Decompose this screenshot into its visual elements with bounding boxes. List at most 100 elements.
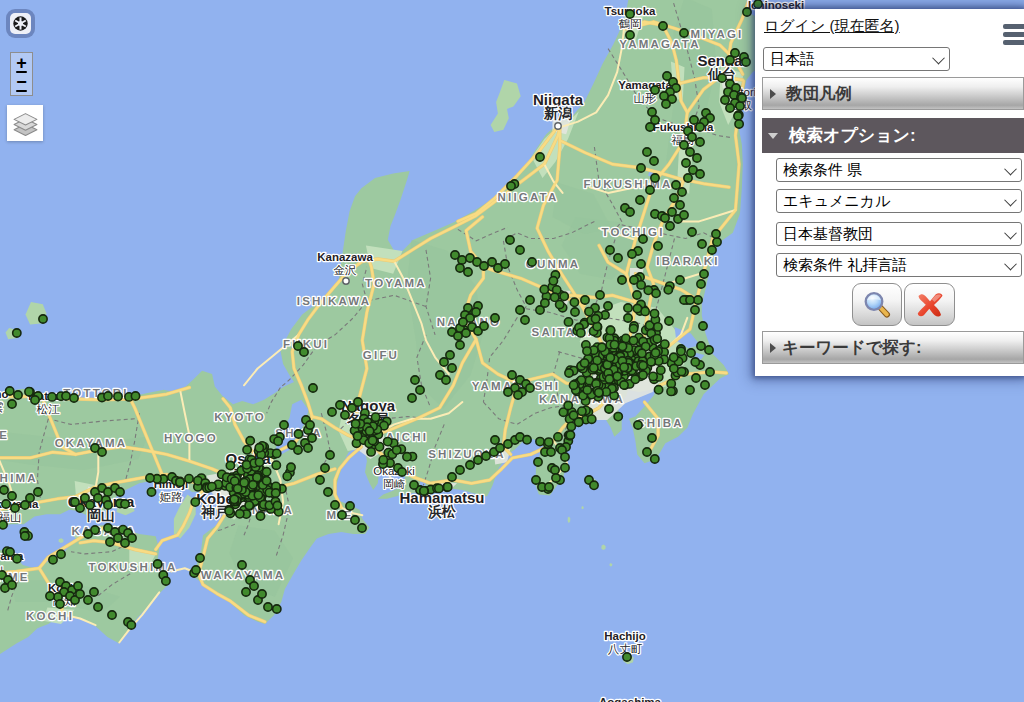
- church-marker[interactable]: [331, 501, 339, 509]
- church-marker[interactable]: [610, 341, 618, 349]
- church-marker[interactable]: [234, 485, 242, 493]
- church-marker[interactable]: [670, 353, 678, 361]
- church-marker[interactable]: [420, 487, 428, 495]
- church-marker[interactable]: [14, 391, 22, 399]
- church-marker[interactable]: [547, 448, 555, 456]
- church-marker[interactable]: [300, 348, 308, 356]
- church-marker[interactable]: [691, 306, 699, 314]
- church-marker[interactable]: [416, 386, 424, 394]
- church-marker[interactable]: [614, 412, 622, 420]
- church-marker[interactable]: [682, 159, 690, 167]
- church-marker[interactable]: [458, 256, 466, 264]
- church-marker[interactable]: [238, 561, 246, 569]
- church-marker[interactable]: [57, 550, 65, 558]
- church-marker[interactable]: [308, 434, 316, 442]
- church-marker[interactable]: [660, 92, 668, 100]
- church-marker[interactable]: [242, 588, 250, 596]
- church-marker[interactable]: [46, 592, 54, 600]
- church-marker[interactable]: [321, 464, 329, 472]
- church-marker[interactable]: [506, 236, 514, 244]
- church-marker[interactable]: [564, 401, 572, 409]
- church-marker[interactable]: [637, 281, 645, 289]
- church-marker[interactable]: [56, 600, 64, 608]
- clear-button[interactable]: [904, 283, 955, 326]
- church-marker[interactable]: [191, 498, 199, 506]
- church-marker[interactable]: [8, 492, 16, 500]
- church-marker[interactable]: [628, 250, 636, 258]
- search-options-header[interactable]: 検索オプション:: [762, 118, 1024, 153]
- church-marker[interactable]: [508, 371, 516, 379]
- church-marker[interactable]: [482, 452, 490, 460]
- church-marker[interactable]: [590, 364, 598, 372]
- layers-button[interactable]: [7, 105, 43, 141]
- church-marker[interactable]: [598, 343, 606, 351]
- church-marker[interactable]: [570, 298, 578, 306]
- church-marker[interactable]: [316, 476, 324, 484]
- church-marker[interactable]: [626, 10, 634, 18]
- church-marker[interactable]: [565, 369, 573, 377]
- church-marker[interactable]: [647, 358, 655, 366]
- church-marker[interactable]: [692, 374, 700, 382]
- church-marker[interactable]: [700, 270, 708, 278]
- church-marker[interactable]: [623, 653, 631, 661]
- church-marker[interactable]: [657, 366, 665, 374]
- church-marker[interactable]: [534, 458, 542, 466]
- church-marker[interactable]: [25, 388, 33, 396]
- church-marker[interactable]: [403, 453, 411, 461]
- church-marker[interactable]: [304, 444, 312, 452]
- church-marker[interactable]: [661, 340, 669, 348]
- church-marker[interactable]: [665, 317, 673, 325]
- church-marker[interactable]: [643, 448, 651, 456]
- church-marker[interactable]: [629, 325, 637, 333]
- church-marker[interactable]: [507, 182, 515, 190]
- church-marker[interactable]: [694, 296, 702, 304]
- church-marker[interactable]: [564, 318, 572, 326]
- church-marker[interactable]: [90, 588, 98, 596]
- church-marker[interactable]: [504, 388, 512, 396]
- login-link[interactable]: ログイン (現在匿名): [764, 17, 900, 36]
- church-marker[interactable]: [526, 384, 534, 392]
- church-marker[interactable]: [84, 596, 92, 604]
- church-marker[interactable]: [696, 170, 704, 178]
- church-marker[interactable]: [472, 308, 480, 316]
- church-marker[interactable]: [411, 376, 419, 384]
- church-marker[interactable]: [338, 511, 346, 519]
- church-marker[interactable]: [76, 590, 84, 598]
- church-marker[interactable]: [676, 201, 684, 209]
- church-marker[interactable]: [448, 364, 456, 372]
- church-marker[interactable]: [697, 280, 705, 288]
- church-marker[interactable]: [48, 393, 56, 401]
- church-marker[interactable]: [13, 329, 21, 337]
- church-marker[interactable]: [94, 494, 102, 502]
- church-marker[interactable]: [583, 386, 591, 394]
- church-marker[interactable]: [367, 448, 375, 456]
- church-marker[interactable]: [651, 174, 659, 182]
- church-marker[interactable]: [456, 341, 464, 349]
- church-marker[interactable]: [442, 376, 450, 384]
- church-marker[interactable]: [686, 296, 694, 304]
- church-marker[interactable]: [521, 316, 529, 324]
- church-marker[interactable]: [605, 375, 613, 383]
- church-marker[interactable]: [70, 394, 78, 402]
- church-marker[interactable]: [128, 534, 136, 542]
- church-marker[interactable]: [554, 433, 562, 441]
- church-marker[interactable]: [540, 285, 548, 293]
- church-marker[interactable]: [585, 307, 593, 315]
- church-marker[interactable]: [496, 444, 504, 452]
- church-marker[interactable]: [116, 488, 124, 496]
- church-marker[interactable]: [697, 342, 705, 350]
- prefecture-select[interactable]: 検索条件 県: [776, 158, 1022, 182]
- church-marker[interactable]: [649, 372, 657, 380]
- church-marker[interactable]: [606, 353, 614, 361]
- church-marker[interactable]: [583, 347, 591, 355]
- church-marker[interactable]: [444, 483, 452, 491]
- church-marker[interactable]: [6, 387, 14, 395]
- church-marker[interactable]: [491, 314, 499, 322]
- church-marker[interactable]: [480, 322, 488, 330]
- church-marker[interactable]: [346, 502, 354, 510]
- church-marker[interactable]: [336, 401, 344, 409]
- church-marker[interactable]: [523, 436, 531, 444]
- church-marker[interactable]: [0, 521, 7, 529]
- church-marker[interactable]: [464, 268, 472, 276]
- church-marker[interactable]: [633, 304, 641, 312]
